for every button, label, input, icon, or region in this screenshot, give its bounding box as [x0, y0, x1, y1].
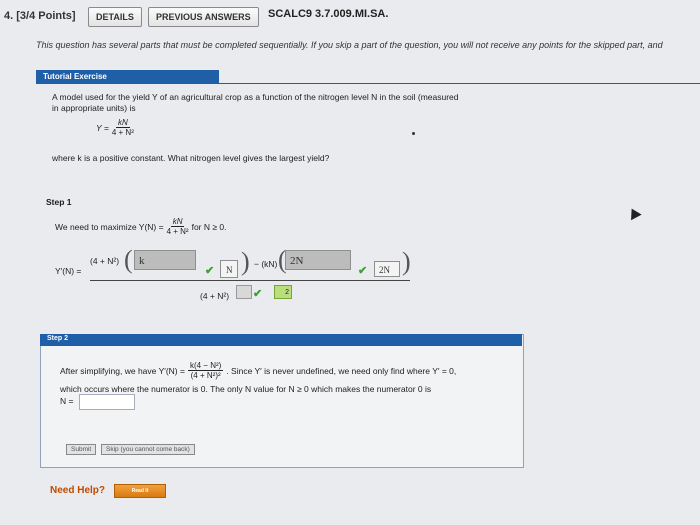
answer-field-k[interactable]: k — [134, 250, 196, 270]
answer-field-n[interactable]: N — [220, 260, 238, 278]
n-answer-input[interactable] — [79, 394, 135, 410]
read-it-button[interactable]: Read It — [114, 484, 166, 498]
answer-field-2n-second[interactable]: 2N — [374, 261, 400, 277]
need-help-label: Need Help? — [50, 485, 106, 496]
submit-button[interactable]: Submit — [66, 444, 97, 455]
exponent-field-gray[interactable] — [236, 285, 252, 299]
yprime-label: Y′(N) = — [55, 266, 82, 276]
details-button[interactable]: DETAILS — [88, 7, 142, 27]
mouse-cursor — [626, 205, 642, 221]
prompt-line-1: A model used for the yield Y of an agric… — [52, 92, 459, 102]
tutorial-divider — [36, 83, 700, 84]
check-icon: ✔ — [253, 288, 263, 300]
question-number: 4. [3/4 Points] — [4, 10, 76, 22]
skip-button[interactable]: Skip (you cannot come back) — [101, 444, 195, 455]
step-2-header — [40, 334, 522, 346]
answer-field-2n[interactable]: 2N — [285, 250, 351, 270]
problem-code: SCALC9 3.7.009.MI.SA. — [268, 8, 389, 20]
open-paren: ( — [124, 245, 133, 274]
sequential-notice: This question has several parts that mus… — [36, 40, 663, 50]
fraction-bar — [90, 280, 410, 281]
exponent-field[interactable]: 2 — [274, 285, 292, 299]
n-label: N = — [60, 396, 74, 406]
stray-dot — [412, 132, 415, 135]
step-2-line-2: which occurs where the numerator is 0. T… — [60, 384, 432, 394]
minus-term: − (kN) — [254, 259, 278, 269]
prompt-line-2: in appropriate units) is — [52, 103, 136, 113]
step-2-line-1: After simplifying, we have Y′(N) = k(4 −… — [60, 361, 457, 380]
close-paren-2: ) — [402, 247, 411, 276]
previous-answers-button[interactable]: PREVIOUS ANSWERS — [148, 7, 259, 27]
yield-formula: Y = kN 4 + N² — [96, 118, 134, 137]
step-2-label: Step 2 — [47, 335, 69, 342]
step-1-statement: We need to maximize Y(N) = kN 4 + N² for… — [55, 217, 227, 236]
tutorial-header: Tutorial Exercise — [36, 70, 219, 83]
close-paren: ) — [241, 247, 250, 276]
step-1-label: Step 1 — [46, 197, 72, 207]
term1-text: (4 + N²) — [90, 256, 120, 266]
check-icon: ✔ — [205, 265, 215, 277]
denominator-text: (4 + N²) — [200, 291, 230, 301]
points-label: [3/4 Points] — [16, 10, 76, 22]
check-icon: ✔ — [358, 265, 368, 277]
tutorial-question: where k is a positive constant. What nit… — [52, 153, 330, 163]
